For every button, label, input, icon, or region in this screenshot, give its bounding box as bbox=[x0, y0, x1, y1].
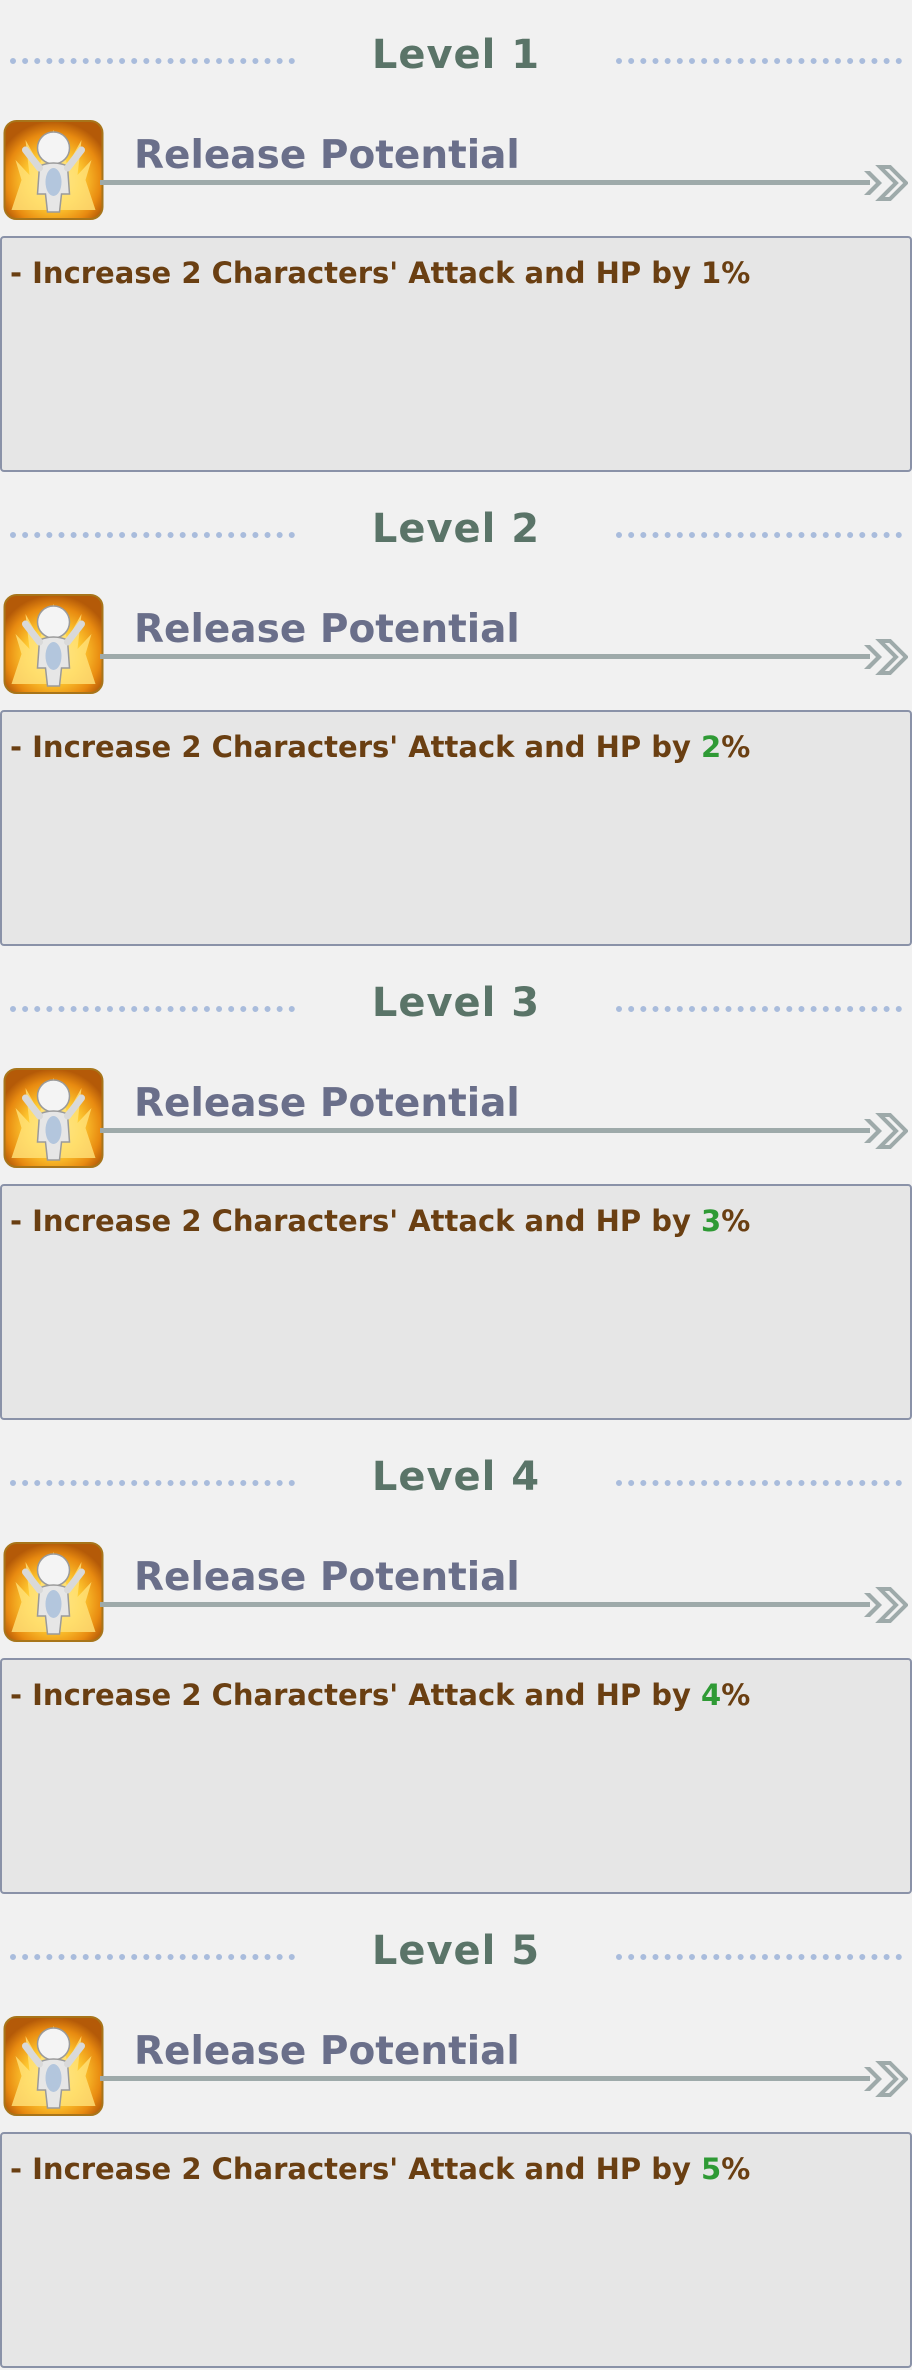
description-text: - Increase 2 Characters' Attack and HP b… bbox=[10, 256, 750, 290]
description-text: - Increase 2 Characters' Attack and HP b… bbox=[10, 2152, 750, 2186]
description-value: 1 bbox=[701, 256, 722, 290]
dotted-divider-right bbox=[616, 58, 902, 64]
double-chevron-right-icon bbox=[864, 1587, 908, 1623]
description-suffix: % bbox=[721, 1678, 751, 1712]
release-potential-icon bbox=[3, 2016, 104, 2116]
release-potential-icon bbox=[3, 120, 104, 220]
description-text: - Increase 2 Characters' Attack and HP b… bbox=[10, 1204, 750, 1238]
dotted-divider-left bbox=[10, 1954, 295, 1960]
skill-underline bbox=[100, 1602, 870, 1607]
description-box: - Increase 2 Characters' Attack and HP b… bbox=[0, 236, 912, 472]
description-prefix: - Increase 2 Characters' Attack and HP b… bbox=[10, 2152, 701, 2186]
level-header: Level 3 bbox=[0, 974, 912, 1044]
skill-underline bbox=[100, 2076, 870, 2081]
skill-row[interactable]: Release Potential bbox=[0, 2013, 912, 2118]
level-header: Level 4 bbox=[0, 1448, 912, 1518]
skill-name: Release Potential bbox=[134, 133, 520, 178]
dotted-divider-right bbox=[616, 532, 902, 538]
skill-underline bbox=[100, 654, 870, 659]
level-title: Level 1 bbox=[371, 32, 541, 78]
dotted-divider-left bbox=[10, 1006, 295, 1012]
level-title: Level 4 bbox=[371, 1454, 541, 1500]
skill-row[interactable]: Release Potential bbox=[0, 591, 912, 696]
skill-name: Release Potential bbox=[134, 1555, 520, 1600]
release-potential-icon bbox=[3, 1068, 104, 1168]
release-potential-icon bbox=[3, 594, 104, 694]
description-suffix: % bbox=[721, 730, 751, 764]
description-box: - Increase 2 Characters' Attack and HP b… bbox=[0, 1658, 912, 1894]
level-section-5: Level 5 Release Potential - Increase 2 C… bbox=[0, 1896, 912, 2370]
skill-underline bbox=[100, 180, 870, 185]
description-box: - Increase 2 Characters' Attack and HP b… bbox=[0, 2132, 912, 2368]
level-title: Level 2 bbox=[371, 506, 541, 552]
double-chevron-right-icon bbox=[864, 639, 908, 675]
skill-row[interactable]: Release Potential bbox=[0, 1539, 912, 1644]
description-prefix: - Increase 2 Characters' Attack and HP b… bbox=[10, 256, 701, 290]
level-title: Level 5 bbox=[371, 1928, 541, 1974]
description-suffix: % bbox=[721, 2152, 751, 2186]
dotted-divider-right bbox=[616, 1954, 902, 1960]
description-text: - Increase 2 Characters' Attack and HP b… bbox=[10, 730, 750, 764]
description-suffix: % bbox=[721, 1204, 751, 1238]
level-section-2: Level 2 Release Potential - Increase 2 C… bbox=[0, 474, 912, 948]
skill-row[interactable]: Release Potential bbox=[0, 117, 912, 222]
description-box: - Increase 2 Characters' Attack and HP b… bbox=[0, 710, 912, 946]
dotted-divider-left bbox=[10, 1480, 295, 1486]
double-chevron-right-icon bbox=[864, 1113, 908, 1149]
level-section-3: Level 3 Release Potential - Increase 2 C… bbox=[0, 948, 912, 1422]
description-value: 2 bbox=[701, 730, 722, 764]
description-value: 5 bbox=[701, 2152, 722, 2186]
description-suffix: % bbox=[721, 256, 751, 290]
dotted-divider-left bbox=[10, 58, 295, 64]
skill-name: Release Potential bbox=[134, 1081, 520, 1126]
level-section-4: Level 4 Release Potential - Increase 2 C… bbox=[0, 1422, 912, 1896]
dotted-divider-right bbox=[616, 1006, 902, 1012]
skill-name: Release Potential bbox=[134, 2029, 520, 2074]
description-prefix: - Increase 2 Characters' Attack and HP b… bbox=[10, 1678, 701, 1712]
description-prefix: - Increase 2 Characters' Attack and HP b… bbox=[10, 730, 701, 764]
description-text: - Increase 2 Characters' Attack and HP b… bbox=[10, 1678, 750, 1712]
skill-row[interactable]: Release Potential bbox=[0, 1065, 912, 1170]
description-prefix: - Increase 2 Characters' Attack and HP b… bbox=[10, 1204, 701, 1238]
level-header: Level 1 bbox=[0, 26, 912, 96]
potential-levels-screen: Level 1 Release Potential - Increase 2 C… bbox=[0, 0, 912, 2370]
skill-name: Release Potential bbox=[134, 607, 520, 652]
level-header: Level 5 bbox=[0, 1922, 912, 1992]
release-potential-icon bbox=[3, 1542, 104, 1642]
description-value: 3 bbox=[701, 1204, 722, 1238]
level-title: Level 3 bbox=[371, 980, 541, 1026]
dotted-divider-right bbox=[616, 1480, 902, 1486]
level-section-1: Level 1 Release Potential - Increase 2 C… bbox=[0, 0, 912, 474]
double-chevron-right-icon bbox=[864, 2061, 908, 2097]
description-value: 4 bbox=[701, 1678, 722, 1712]
double-chevron-right-icon bbox=[864, 165, 908, 201]
description-box: - Increase 2 Characters' Attack and HP b… bbox=[0, 1184, 912, 1420]
level-header: Level 2 bbox=[0, 500, 912, 570]
skill-underline bbox=[100, 1128, 870, 1133]
dotted-divider-left bbox=[10, 532, 295, 538]
